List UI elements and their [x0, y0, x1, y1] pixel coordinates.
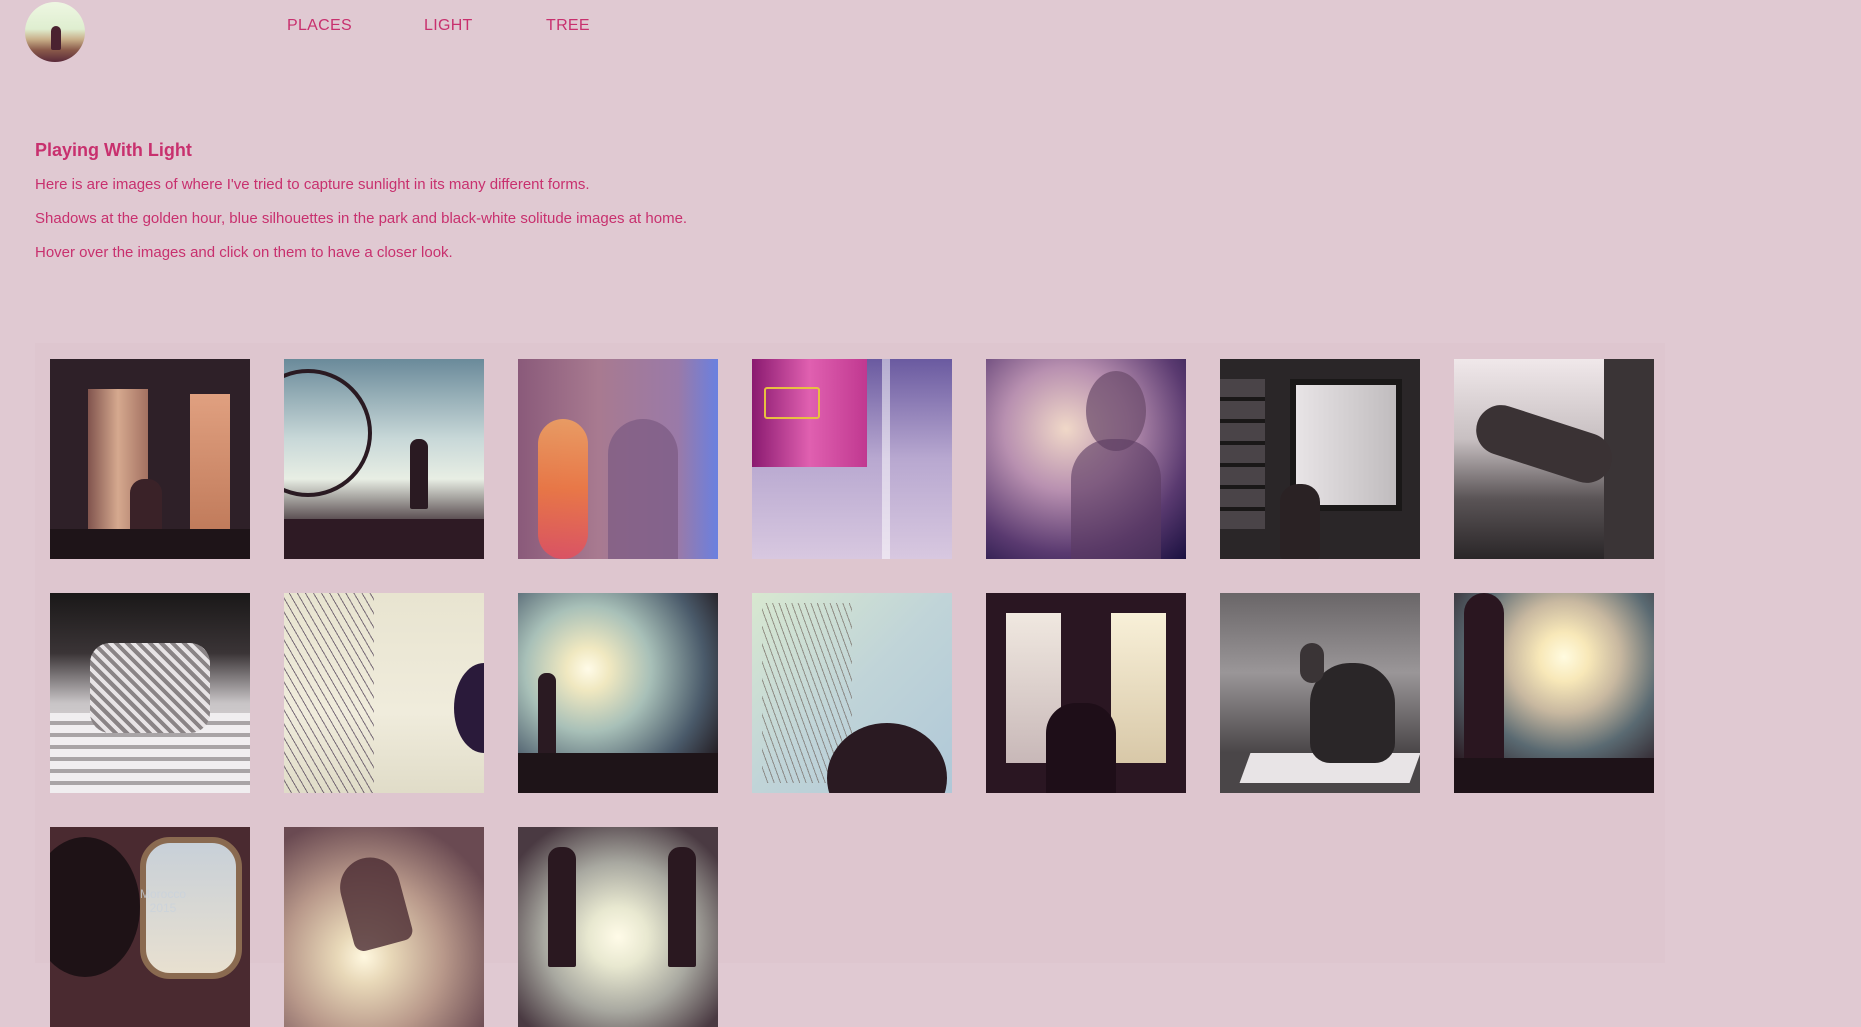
sun-silhouette-field-photo[interactable]: [518, 593, 718, 793]
dancing-sunset-photo[interactable]: [284, 827, 484, 1027]
tree-sky-head-photo[interactable]: [752, 593, 952, 793]
intro-section: Playing With Light Here is are images of…: [35, 140, 687, 278]
intro-line-2: Shadows at the golden hour, blue silhoue…: [35, 210, 688, 227]
sunburst-figure-photo[interactable]: [1454, 593, 1654, 793]
photo-gallery: Morocco 2015: [35, 343, 1665, 1027]
curtain-room-photo[interactable]: [50, 359, 250, 559]
nav-link-light[interactable]: LIGHT: [424, 17, 473, 35]
intro-line-1: Here is are images of where I've tried t…: [35, 176, 590, 193]
nav-link-tree[interactable]: TREE: [546, 17, 590, 35]
top-navigation: PLACES LIGHT TREE: [0, 0, 1861, 66]
two-silhouettes-photo[interactable]: [518, 827, 718, 1027]
bookshelf-window-portrait-photo[interactable]: [1220, 359, 1420, 559]
bay-window-silhouette-photo[interactable]: [986, 593, 1186, 793]
bw-hand-table-photo[interactable]: [1454, 359, 1654, 559]
orange-shadow-profile-photo[interactable]: [518, 359, 718, 559]
intro-line-3: Hover over the images and click on them …: [35, 244, 453, 261]
bw-sleeve-stripes-photo[interactable]: [50, 593, 250, 793]
bare-branches-photo[interactable]: [284, 593, 484, 793]
avatar-figure: [51, 26, 61, 50]
nav-link-places[interactable]: PLACES: [287, 17, 352, 35]
airplane-window-photo[interactable]: Morocco 2015: [50, 827, 250, 1027]
profile-photo-icon[interactable]: [25, 2, 85, 62]
image-caption: Morocco 2015: [140, 887, 187, 915]
bw-beanbag-photo[interactable]: [1220, 593, 1420, 793]
violet-silhouette-photo[interactable]: [986, 359, 1186, 559]
bicycle-wheel-sky-photo[interactable]: [284, 359, 484, 559]
page-title: Playing With Light: [35, 140, 192, 160]
pink-window-reflection-photo[interactable]: [752, 359, 952, 559]
